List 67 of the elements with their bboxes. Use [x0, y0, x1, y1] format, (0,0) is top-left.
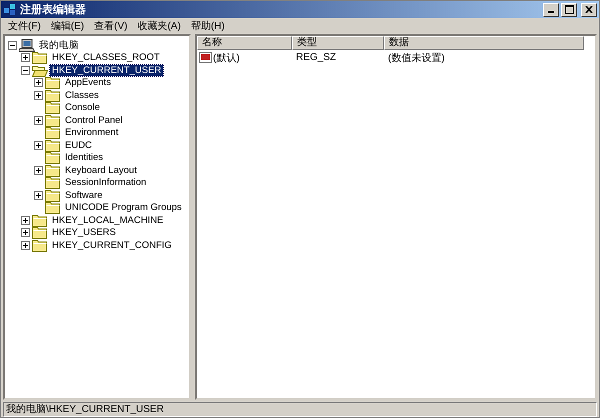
- folder-icon: [32, 226, 48, 240]
- tree-item[interactable]: Console: [62, 101, 103, 114]
- folder-icon: [45, 176, 61, 190]
- expand-icon[interactable]: [21, 216, 30, 225]
- folder-icon: [45, 88, 61, 102]
- expand-icon[interactable]: [34, 140, 43, 150]
- window-title: 注册表编辑器: [20, 2, 87, 17]
- tree-item[interactable]: Environment: [62, 126, 122, 140]
- menu-item[interactable]: 帮助(H): [186, 18, 230, 32]
- close-icon: [585, 6, 593, 13]
- folder-icon: [45, 188, 61, 202]
- folder-icon: [45, 126, 61, 140]
- folder-icon: [45, 101, 61, 114]
- tree-item[interactable]: HKEY_CURRENT_CONFIG: [49, 238, 175, 252]
- folder-icon: [45, 201, 61, 214]
- folder-icon: [45, 114, 61, 127]
- folder-icon: [45, 138, 61, 152]
- folder-icon: [32, 51, 48, 64]
- expand-icon[interactable]: [34, 166, 43, 175]
- maximize-icon: [564, 5, 574, 14]
- tree-item[interactable]: AppEvents: [62, 76, 114, 90]
- tree-item[interactable]: UNICODE Program Groups: [62, 201, 185, 214]
- registry-icon: [3, 2, 17, 16]
- close-button[interactable]: [581, 2, 597, 16]
- expand-icon[interactable]: [34, 90, 43, 100]
- tree-item[interactable]: HKEY_USERS: [49, 226, 119, 240]
- column-header[interactable]: 名称: [197, 36, 292, 50]
- folder-icon: [45, 164, 61, 177]
- menu-item[interactable]: 编辑(E): [46, 18, 90, 32]
- expand-icon[interactable]: [21, 240, 30, 250]
- menu-item[interactable]: 收藏夹(A): [132, 18, 186, 32]
- open-folder-icon: [32, 64, 48, 77]
- folder-icon: [45, 151, 61, 164]
- tree-item[interactable]: 我的电脑: [36, 38, 82, 52]
- tree-item[interactable]: Identities: [62, 151, 106, 164]
- column-header[interactable]: 类型: [292, 36, 384, 50]
- minimize-button[interactable]: [543, 2, 559, 16]
- folder-icon: [45, 76, 61, 90]
- tree-item[interactable]: Classes: [62, 88, 102, 102]
- collapse-icon[interactable]: [21, 66, 30, 75]
- menu-item[interactable]: 文件(F): [3, 18, 46, 32]
- menu-item[interactable]: 查看(V): [89, 18, 132, 32]
- tree-item[interactable]: HKEY_CLASSES_ROOT: [49, 51, 163, 64]
- status-bar: 我的电脑\HKEY_CURRENT_USER: [3, 402, 597, 416]
- tree-item[interactable]: Control Panel: [62, 114, 126, 127]
- expand-icon[interactable]: [34, 78, 43, 88]
- expand-icon[interactable]: [34, 190, 43, 200]
- folder-icon: [32, 238, 48, 252]
- tree-item[interactable]: SessionInformation: [62, 176, 150, 190]
- tree-item[interactable]: EUDC: [62, 138, 95, 152]
- string-value-icon: [199, 52, 212, 63]
- expand-icon[interactable]: [34, 116, 43, 125]
- maximize-button[interactable]: [561, 2, 577, 16]
- column-header[interactable]: 数据: [384, 36, 584, 50]
- collapse-icon[interactable]: [8, 40, 17, 50]
- tree-item[interactable]: Keyboard Layout: [62, 164, 140, 177]
- tree-item[interactable]: HKEY_CURRENT_USER: [49, 64, 164, 77]
- table-cell-text: (数值未设置): [387, 52, 446, 64]
- table-cell-text: REG_SZ: [295, 52, 338, 63]
- expand-icon[interactable]: [21, 53, 30, 62]
- table-cell-text: (默认): [213, 52, 240, 64]
- expand-icon[interactable]: [21, 228, 30, 238]
- folder-icon: [32, 214, 48, 227]
- computer-icon: [19, 38, 35, 52]
- tree-item[interactable]: Software: [62, 188, 106, 202]
- minimize-icon: [548, 11, 554, 13]
- tree-item[interactable]: HKEY_LOCAL_MACHINE: [49, 214, 166, 227]
